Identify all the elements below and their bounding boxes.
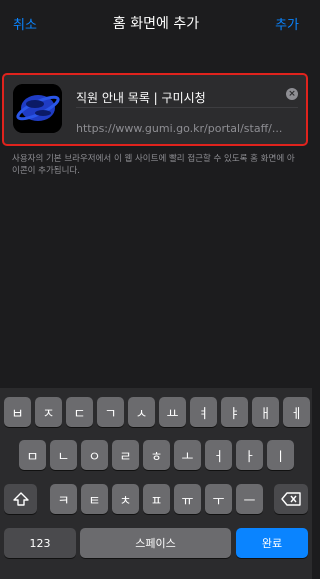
url-text: https://www.gumi.go.kr/portal/staff/... — [76, 122, 283, 135]
key[interactable]: ㅊ — [112, 484, 139, 514]
clear-icon[interactable]: × — [286, 88, 298, 100]
shift-key[interactable] — [4, 484, 37, 514]
page-title: 홈 화면에 추가 — [112, 16, 200, 32]
key[interactable]: ㅔ — [283, 397, 310, 427]
key[interactable]: ㅁ — [19, 440, 46, 470]
bookmark-card: 직원 안내 목록 | 구미시청 × https://www.gumi.go.kr… — [2, 73, 308, 146]
nav-bar: 취소 홈 화면에 추가 추가 — [0, 0, 312, 44]
shift-arrow-icon — [12, 492, 29, 506]
key[interactable]: ㅍ — [143, 484, 170, 514]
keyboard-row-1: ㅂㅈㄷㄱㅅㅛㅕㅑㅐㅔ — [0, 397, 312, 427]
delete-backspace-icon — [281, 492, 301, 506]
gumi-city-app-icon — [13, 84, 62, 133]
key[interactable]: ㅂ — [4, 397, 31, 427]
key[interactable]: ㅏ — [236, 440, 263, 470]
key[interactable]: ㄴ — [50, 440, 77, 470]
key[interactable]: ㅣ — [267, 440, 294, 470]
keyboard-row-4: 123 스페이스 완료 — [0, 528, 312, 558]
key[interactable]: ㅕ — [190, 397, 217, 427]
add-to-home-screen: 취소 홈 화면에 추가 추가 직원 안내 목록 | 구미시청 × https:/… — [0, 0, 312, 579]
caption-text: 사용자의 기본 브라우저에서 이 웹 사이트에 빨리 접근할 수 있도록 홈 화… — [12, 154, 295, 176]
key[interactable]: ㅗ — [174, 440, 201, 470]
key[interactable]: ㅠ — [174, 484, 201, 514]
keyboard-row-3: ㅋㅌㅊㅍㅠㅜㅡ — [0, 484, 312, 514]
title-input[interactable]: 직원 안내 목록 | 구미시청 — [76, 91, 206, 105]
key[interactable]: ㅓ — [205, 440, 232, 470]
delete-key[interactable] — [274, 484, 308, 514]
key[interactable]: ㅋ — [50, 484, 77, 514]
space-key[interactable]: 스페이스 — [80, 528, 231, 558]
key[interactable]: ㅅ — [128, 397, 155, 427]
add-button[interactable]: 추가 — [275, 14, 299, 33]
key[interactable]: ㅛ — [159, 397, 186, 427]
key[interactable]: ㅇ — [81, 440, 108, 470]
key[interactable]: ㅎ — [143, 440, 170, 470]
key[interactable]: ㅑ — [221, 397, 248, 427]
done-key[interactable]: 완료 — [236, 528, 308, 558]
key[interactable]: ㅌ — [81, 484, 108, 514]
title-field[interactable]: 직원 안내 목록 | 구미시청 × — [76, 87, 298, 108]
key[interactable]: ㅐ — [252, 397, 279, 427]
key[interactable]: ㄷ — [66, 397, 93, 427]
key[interactable]: ㅜ — [205, 484, 232, 514]
key[interactable]: ㅈ — [35, 397, 62, 427]
keyboard-row-2: ㅁㄴㅇㄹㅎㅗㅓㅏㅣ — [0, 440, 312, 470]
key[interactable]: ㅡ — [236, 484, 263, 514]
key[interactable]: ㄹ — [112, 440, 139, 470]
numbers-key[interactable]: 123 — [4, 528, 76, 558]
keyboard: ㅂㅈㄷㄱㅅㅛㅕㅑㅐㅔ ㅁㄴㅇㄹㅎㅗㅓㅏㅣ ㅋㅌㅊㅍㅠㅜㅡ 123 스페이스 완료 — [0, 388, 312, 579]
key[interactable]: ㄱ — [97, 397, 124, 427]
